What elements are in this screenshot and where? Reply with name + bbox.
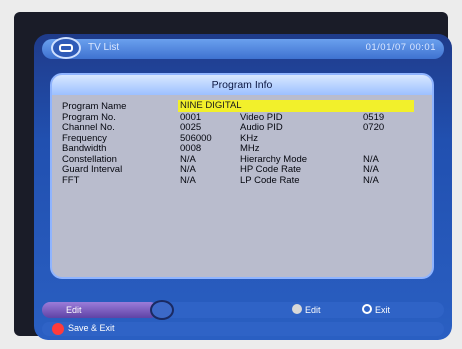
label-hp-code-rate: HP Code Rate <box>240 164 302 175</box>
edit-tab[interactable]: Edit <box>42 302 158 318</box>
value-constellation: N/A <box>180 153 196 165</box>
save-exit-label: Save & Exit <box>68 323 115 333</box>
label-lp-code-rate: LP Code Rate <box>240 174 300 186</box>
ok-edit-hint[interactable]: Edit <box>292 304 321 315</box>
ok-button-icon <box>292 304 302 314</box>
value-hp-code-rate: N/A <box>363 164 379 175</box>
label-channel-no: Channel No. <box>62 122 115 133</box>
header-bar: TV List 01/01/07 00:01 <box>42 37 444 59</box>
tab-curve <box>150 300 174 320</box>
header-title: TV List <box>88 42 120 53</box>
value-audio-pid: 0720 <box>363 122 385 133</box>
label-audio-pid: Audio PID <box>240 122 283 133</box>
unit-bandwidth: MHz <box>240 143 260 154</box>
row-fft: FFT N/A LP Code Rate N/A <box>62 175 422 186</box>
photo-frame: TV List 01/01/07 00:01 Program Info Prog… <box>0 0 462 349</box>
value-fft: N/A <box>180 174 196 186</box>
label-hierarchy-mode: Hierarchy Mode <box>240 153 308 165</box>
save-exit-bar[interactable]: Save & Exit <box>42 322 444 336</box>
program-name-value: NINE DIGITAL <box>180 100 242 111</box>
red-button-icon <box>52 323 64 335</box>
value-lp-code-rate: N/A <box>363 174 379 186</box>
row-program-no: Program No. 0001 Video PID 0519 <box>62 112 422 123</box>
ok-edit-label: Edit <box>305 305 321 315</box>
row-constellation: Constellation N/A Hierarchy Mode N/A <box>62 154 422 165</box>
label-program-name: Program Name <box>62 101 127 112</box>
row-frequency: Frequency 506000 KHz <box>62 133 422 144</box>
program-info-panel: Program Info Program Name NINE DIGITAL P… <box>50 73 434 279</box>
value-bandwidth: 0008 <box>180 143 202 154</box>
panel-title: Program Info <box>52 75 432 95</box>
tv-screen: TV List 01/01/07 00:01 Program Info Prog… <box>34 34 452 340</box>
exit-label: Exit <box>375 305 391 315</box>
row-channel-no: Channel No. 0025 Audio PID 0720 <box>62 122 422 133</box>
value-frequency: 506000 <box>180 132 212 144</box>
label-guard-interval: Guard Interval <box>62 164 123 175</box>
tv-icon-screen <box>59 44 73 52</box>
program-info-rows: Program Name NINE DIGITAL Program No. 00… <box>62 100 422 186</box>
value-channel-no: 0025 <box>180 122 202 133</box>
value-program-no: 0001 <box>180 111 202 123</box>
value-hierarchy-mode: N/A <box>363 153 379 165</box>
exit-icon <box>362 304 372 314</box>
tv-icon <box>51 37 81 59</box>
value-guard-interval: N/A <box>180 164 196 175</box>
label-bandwidth: Bandwidth <box>62 143 107 154</box>
row-program-name: Program Name NINE DIGITAL <box>62 100 422 112</box>
value-video-pid: 0519 <box>363 111 385 123</box>
row-bandwidth: Bandwidth 0008 MHz <box>62 143 422 154</box>
tv-bezel: TV List 01/01/07 00:01 Program Info Prog… <box>14 12 452 340</box>
unit-frequency: KHz <box>240 132 258 144</box>
label-video-pid: Video PID <box>240 111 283 123</box>
label-frequency: Frequency <box>62 132 107 144</box>
row-guard-interval: Guard Interval N/A HP Code Rate N/A <box>62 164 422 175</box>
header-datetime: 01/01/07 00:01 <box>365 42 436 53</box>
program-name-field[interactable]: NINE DIGITAL <box>178 100 414 112</box>
label-fft: FFT <box>62 174 80 186</box>
exit-hint[interactable]: Exit <box>362 304 390 315</box>
label-constellation: Constellation <box>62 153 117 165</box>
bottom-bar: Edit Edit Exit <box>42 300 444 320</box>
label-program-no: Program No. <box>62 111 116 123</box>
